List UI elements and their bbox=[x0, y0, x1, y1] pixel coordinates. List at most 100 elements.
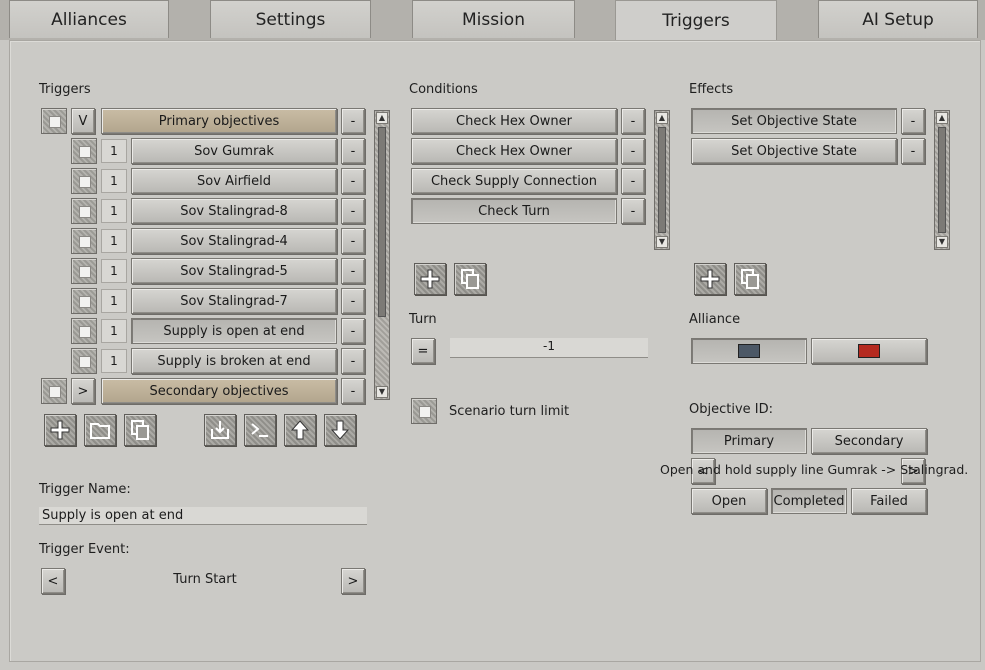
effects-scrollbar[interactable]: ▲ ▼ bbox=[934, 110, 950, 250]
primary-group-checkbox[interactable] bbox=[41, 108, 67, 134]
trigger-remove-button[interactable]: - bbox=[341, 138, 365, 164]
trigger-remove-button[interactable]: - bbox=[341, 198, 365, 224]
triggers-section-label: Triggers bbox=[39, 82, 91, 97]
add-trigger-button[interactable] bbox=[44, 414, 76, 446]
folder-icon bbox=[90, 423, 110, 439]
scenario-turn-limit-checkbox[interactable] bbox=[411, 398, 437, 424]
secondary-group-toggle[interactable]: > bbox=[71, 378, 95, 404]
arrow-down-icon bbox=[330, 420, 350, 440]
alliance-color-swatch bbox=[738, 344, 760, 358]
alliance-axis-button[interactable] bbox=[691, 338, 807, 364]
add-condition-button[interactable] bbox=[414, 263, 446, 295]
scroll-up-icon[interactable]: ▲ bbox=[936, 112, 948, 124]
trigger-checkbox[interactable] bbox=[71, 228, 97, 254]
trigger-item[interactable]: Supply is broken at end bbox=[131, 348, 337, 374]
scroll-up-icon[interactable]: ▲ bbox=[656, 112, 668, 124]
trigger-checkbox[interactable] bbox=[71, 318, 97, 344]
scroll-up-icon[interactable]: ▲ bbox=[376, 112, 388, 124]
trigger-item[interactable]: Sov Airfield bbox=[131, 168, 337, 194]
secondary-remove-button[interactable]: - bbox=[341, 378, 365, 404]
copy-condition-button[interactable] bbox=[454, 263, 486, 295]
scroll-thumb[interactable] bbox=[938, 127, 946, 233]
turn-operator-button[interactable]: = bbox=[411, 338, 435, 364]
copy-trigger-button[interactable] bbox=[124, 414, 156, 446]
tab-triggers[interactable]: Triggers bbox=[615, 0, 777, 41]
scroll-down-icon[interactable]: ▼ bbox=[936, 236, 948, 248]
trigger-count: 1 bbox=[101, 349, 127, 373]
trigger-item[interactable]: Sov Stalingrad-7 bbox=[131, 288, 337, 314]
scroll-down-icon[interactable]: ▼ bbox=[656, 236, 668, 248]
trigger-checkbox[interactable] bbox=[71, 288, 97, 314]
trigger-remove-button[interactable]: - bbox=[341, 258, 365, 284]
objective-state-failed[interactable]: Failed bbox=[851, 488, 927, 514]
tab-ai-setup[interactable]: AI Setup bbox=[818, 0, 978, 38]
condition-item-selected[interactable]: Check Turn bbox=[411, 198, 617, 224]
plus-icon bbox=[420, 269, 440, 289]
tab-settings[interactable]: Settings bbox=[210, 0, 371, 38]
primary-remove-button[interactable]: - bbox=[341, 108, 365, 134]
move-down-button[interactable] bbox=[324, 414, 356, 446]
primary-group-toggle[interactable]: V bbox=[71, 108, 95, 134]
scenario-turn-limit-label: Scenario turn limit bbox=[449, 404, 570, 419]
trigger-checkbox[interactable] bbox=[71, 348, 97, 374]
trigger-remove-button[interactable]: - bbox=[341, 348, 365, 374]
trigger-remove-button[interactable]: - bbox=[341, 228, 365, 254]
add-effect-button[interactable] bbox=[694, 263, 726, 295]
trigger-checkbox[interactable] bbox=[71, 138, 97, 164]
trigger-item-selected[interactable]: Supply is open at end bbox=[131, 318, 337, 344]
event-next-button[interactable]: > bbox=[341, 568, 365, 594]
console-button[interactable] bbox=[244, 414, 276, 446]
trigger-event-label: Trigger Event: bbox=[39, 542, 130, 557]
trigger-remove-button[interactable]: - bbox=[341, 168, 365, 194]
scroll-thumb[interactable] bbox=[378, 127, 386, 317]
scroll-thumb[interactable] bbox=[658, 127, 666, 233]
trigger-name-input[interactable]: Supply is open at end bbox=[39, 507, 367, 525]
objective-state-open[interactable]: Open bbox=[691, 488, 767, 514]
terminal-icon bbox=[251, 423, 268, 437]
trigger-remove-button[interactable]: - bbox=[341, 288, 365, 314]
objective-state-completed[interactable]: Completed bbox=[771, 488, 847, 514]
condition-remove-button[interactable]: - bbox=[621, 198, 645, 224]
event-prev-button[interactable]: < bbox=[41, 568, 65, 594]
turn-label: Turn bbox=[409, 312, 437, 327]
scroll-down-icon[interactable]: ▼ bbox=[376, 386, 388, 398]
triggers-scrollbar[interactable]: ▲ ▼ bbox=[374, 110, 390, 400]
trigger-count: 1 bbox=[101, 139, 127, 163]
trigger-item[interactable]: Sov Stalingrad-4 bbox=[131, 228, 337, 254]
plus-icon bbox=[700, 269, 720, 289]
turn-value-input[interactable]: -1 bbox=[450, 338, 648, 358]
trigger-checkbox[interactable] bbox=[71, 258, 97, 284]
trigger-item[interactable]: Sov Stalingrad-5 bbox=[131, 258, 337, 284]
add-folder-button[interactable] bbox=[84, 414, 116, 446]
condition-item[interactable]: Check Hex Owner bbox=[411, 108, 617, 134]
tab-alliances[interactable]: Alliances bbox=[9, 0, 169, 38]
import-button[interactable] bbox=[204, 414, 236, 446]
effect-item[interactable]: Set Objective State bbox=[691, 138, 897, 164]
alliance-allies-button[interactable] bbox=[811, 338, 927, 364]
trigger-checkbox[interactable] bbox=[71, 168, 97, 194]
trigger-checkbox[interactable] bbox=[71, 198, 97, 224]
conditions-scrollbar[interactable]: ▲ ▼ bbox=[654, 110, 670, 250]
condition-item[interactable]: Check Hex Owner bbox=[411, 138, 617, 164]
condition-remove-button[interactable]: - bbox=[621, 168, 645, 194]
primary-objectives-button[interactable]: Primary objectives bbox=[101, 108, 337, 134]
condition-item[interactable]: Check Supply Connection bbox=[411, 168, 617, 194]
secondary-group-checkbox[interactable] bbox=[41, 378, 67, 404]
condition-remove-button[interactable]: - bbox=[621, 138, 645, 164]
tab-mission[interactable]: Mission bbox=[412, 0, 575, 38]
effect-remove-button[interactable]: - bbox=[901, 108, 925, 134]
trigger-item[interactable]: Sov Gumrak bbox=[131, 138, 337, 164]
tab-bar: Alliances Settings Mission Triggers AI S… bbox=[0, 0, 985, 41]
secondary-objectives-button[interactable]: Secondary objectives bbox=[101, 378, 337, 404]
objective-secondary-button[interactable]: Secondary bbox=[811, 428, 927, 454]
condition-remove-button[interactable]: - bbox=[621, 108, 645, 134]
objective-primary-button[interactable]: Primary bbox=[691, 428, 807, 454]
copy-icon bbox=[741, 269, 759, 289]
objective-description: Open and hold supply line Gumrak -> Stal… bbox=[660, 462, 969, 477]
trigger-item[interactable]: Sov Stalingrad-8 bbox=[131, 198, 337, 224]
trigger-remove-button[interactable]: - bbox=[341, 318, 365, 344]
effect-item-selected[interactable]: Set Objective State bbox=[691, 108, 897, 134]
effect-remove-button[interactable]: - bbox=[901, 138, 925, 164]
copy-effect-button[interactable] bbox=[734, 263, 766, 295]
move-up-button[interactable] bbox=[284, 414, 316, 446]
